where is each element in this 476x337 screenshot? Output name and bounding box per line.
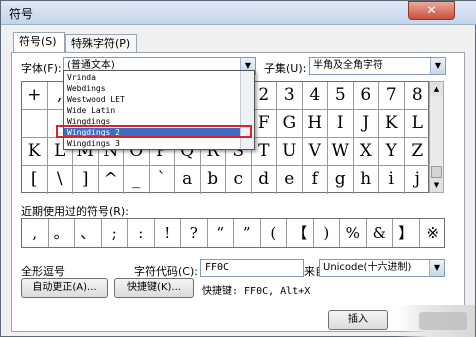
recent-symbol-cell[interactable]: 。: [49, 219, 75, 247]
recent-symbol-cell[interactable]: 、: [75, 219, 102, 247]
tab-special-characters[interactable]: 特殊字符(P): [65, 34, 137, 53]
recent-symbol-cell[interactable]: 】: [393, 219, 420, 247]
symbol-cell[interactable]: e: [277, 166, 303, 194]
symbol-cell[interactable]: 5: [328, 82, 354, 110]
recent-symbol-cell[interactable]: (: [261, 219, 287, 247]
symbol-cell[interactable]: d: [252, 166, 277, 194]
recent-symbol-cell[interactable]: %: [340, 219, 367, 247]
symbol-cell[interactable]: K: [22, 138, 48, 166]
cancel-button[interactable]: [419, 312, 467, 330]
symbol-cell[interactable]: _: [124, 166, 150, 194]
symbol-cell[interactable]: K: [379, 110, 405, 138]
from-select[interactable]: Unicode(十六进制) ▼: [319, 259, 445, 277]
symbol-cell[interactable]: 3: [277, 82, 303, 110]
chevron-down-icon[interactable]: ▼: [429, 260, 444, 276]
symbol-cell[interactable]: 2: [251, 82, 277, 110]
symbol-cell[interactable]: F: [251, 110, 277, 138]
font-option[interactable]: Westwood LET: [67, 95, 237, 105]
symbol-cell[interactable]: W: [328, 138, 354, 166]
recent-symbol-cell[interactable]: :: [128, 219, 155, 247]
char-code-label: 字符代码(C):: [134, 265, 198, 278]
symbol-cell[interactable]: `: [150, 166, 175, 194]
scroll-up-icon[interactable]: ▲: [430, 82, 443, 96]
chevron-down-icon[interactable]: ▼: [430, 58, 445, 74]
subset-select[interactable]: 半角及全角字符 ▼: [309, 57, 446, 75]
font-option[interactable]: Wingdings 3: [67, 139, 237, 149]
highlight-box: [56, 125, 252, 138]
subset-select-value: 半角及全角字符: [313, 60, 383, 71]
recent-symbol-cell[interactable]: ;: [102, 219, 128, 247]
font-label: 字体(F):: [21, 62, 62, 75]
recent-symbol-cell[interactable]: ※: [420, 219, 447, 247]
from-select-value: Unicode(十六进制): [323, 262, 412, 273]
symbol-cell[interactable]: g: [328, 166, 354, 194]
symbol-cell[interactable]: \: [48, 166, 73, 194]
symbol-cell[interactable]: +: [22, 82, 48, 110]
symbol-cell[interactable]: I: [328, 110, 354, 138]
symbol-dialog: 符号 ✕ 符号(S) 特殊字符(P) 字体(F): (普通文本) ▼ 子集(U)…: [0, 0, 476, 337]
symbol-cell[interactable]: ^: [99, 166, 124, 194]
recent-symbol-cell[interactable]: “: [208, 219, 234, 247]
recent-symbol-cell[interactable]: ”: [234, 219, 261, 247]
symbol-cell[interactable]: Y: [379, 138, 405, 166]
symbol-cell[interactable]: T: [251, 138, 277, 166]
symbol-cell[interactable]: Z: [404, 138, 430, 166]
symbol-cell[interactable]: 4: [302, 82, 328, 110]
symbol-cell[interactable]: L: [404, 110, 430, 138]
symbol-cell[interactable]: ]: [73, 166, 99, 194]
symbol-cell[interactable]: f: [303, 166, 328, 194]
symbol-cell[interactable]: 8: [404, 82, 430, 110]
font-option[interactable]: Wide Latin: [67, 106, 237, 116]
tab-symbols[interactable]: 符号(S): [13, 32, 65, 53]
symbol-cell[interactable]: [: [22, 166, 48, 194]
close-icon: ✕: [426, 3, 437, 17]
recent-symbol-cell[interactable]: !: [155, 219, 181, 247]
symbol-cell[interactable]: b: [201, 166, 226, 194]
recent-symbol-cell[interactable]: ): [314, 219, 340, 247]
symbol-cell[interactable]: c: [226, 166, 252, 194]
font-dropdown-list: Vrinda Webdings Westwood LET Wide Latin Wing…: [63, 70, 255, 150]
close-button[interactable]: ✕: [408, 1, 455, 20]
recent-symbol-cell[interactable]: ?: [181, 219, 208, 247]
symbol-cell[interactable]: U: [277, 138, 303, 166]
recent-symbol-cell[interactable]: ,: [22, 219, 49, 247]
symbol-cell[interactable]: J: [353, 110, 379, 138]
dialog-title: 符号: [9, 7, 34, 21]
insert-button[interactable]: 插入: [328, 310, 388, 330]
scroll-thumb[interactable]: [431, 166, 442, 178]
symbol-cell[interactable]: 6: [353, 82, 379, 110]
shortcut-text: 快捷键: FF0C, Alt+X: [202, 286, 311, 297]
recent-symbol-cell[interactable]: &: [367, 219, 393, 247]
char-name: 全形逗号: [21, 265, 65, 278]
font-option[interactable]: Webdings: [67, 84, 237, 94]
symbol-cell[interactable]: X: [353, 138, 379, 166]
recent-symbols: ,。、;:!? “”(【)% &】 ※: [21, 218, 445, 248]
symbol-grid-scrollbar[interactable]: ▲ ▼: [429, 81, 444, 193]
symbol-cell[interactable]: 7: [379, 82, 405, 110]
symbol-cell[interactable]: V: [302, 138, 328, 166]
symbol-cell[interactable]: G: [277, 110, 303, 138]
symbol-cell[interactable]: H: [302, 110, 328, 138]
shortcut-key-button[interactable]: 快捷键(K)...: [114, 278, 194, 298]
recent-symbol-cell[interactable]: 【: [287, 219, 314, 247]
subset-label: 子集(U):: [264, 62, 307, 75]
symbol-cell[interactable]: j: [405, 166, 431, 194]
autocorrect-button[interactable]: 自动更正(A)...: [21, 278, 108, 298]
recent-label: 近期使用过的符号(R):: [21, 205, 129, 218]
symbol-cell[interactable]: a: [175, 166, 201, 194]
symbol-cell[interactable]: i: [379, 166, 405, 194]
char-code-input[interactable]: FF0C: [200, 259, 304, 277]
font-option[interactable]: Vrinda: [67, 73, 237, 83]
symbol-cell[interactable]: h: [354, 166, 379, 194]
scroll-down-icon[interactable]: ▼: [430, 178, 443, 192]
title-bar: 符号 ✕: [1, 1, 476, 25]
symbol-cell[interactable]: [22, 110, 48, 138]
